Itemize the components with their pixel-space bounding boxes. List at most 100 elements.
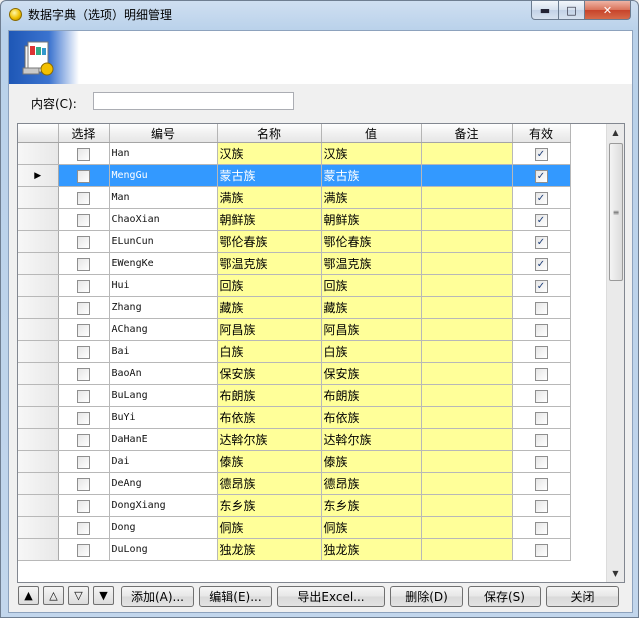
value-cell[interactable]: 回族 <box>321 274 422 297</box>
select-cell[interactable] <box>58 494 110 517</box>
code-cell[interactable]: ChaoXian <box>109 208 218 231</box>
table-row[interactable]: BuLang 布朗族 布朗族 <box>18 384 571 407</box>
code-cell[interactable]: AChang <box>109 318 218 341</box>
valid-cell[interactable]: ✓ <box>512 164 571 187</box>
valid-checkbox[interactable]: ✓ <box>534 235 548 249</box>
row-header[interactable] <box>18 274 59 297</box>
table-row[interactable]: Dai 傣族 傣族 <box>18 450 571 473</box>
note-cell[interactable] <box>421 208 513 231</box>
vertical-scrollbar[interactable]: ▲ ≡ ▼ <box>606 124 624 582</box>
select-checkbox[interactable] <box>77 389 90 403</box>
name-cell[interactable]: 蒙古族 <box>217 164 322 187</box>
valid-cell[interactable] <box>512 450 571 473</box>
select-checkbox[interactable] <box>77 477 90 491</box>
value-cell[interactable]: 德昂族 <box>321 472 422 495</box>
select-cell[interactable] <box>58 362 110 385</box>
note-cell[interactable] <box>421 296 513 319</box>
close-button[interactable]: 关闭 <box>546 586 619 607</box>
valid-checkbox[interactable] <box>534 411 548 425</box>
select-cell[interactable] <box>58 406 110 429</box>
note-cell[interactable] <box>421 274 513 297</box>
delete-button[interactable]: 删除(D) <box>390 586 463 607</box>
valid-cell[interactable]: ✓ <box>512 230 571 253</box>
valid-checkbox[interactable] <box>534 499 548 513</box>
row-header[interactable] <box>18 450 59 473</box>
name-cell[interactable]: 达斡尔族 <box>217 428 322 451</box>
move-first-button[interactable]: ▲ <box>18 586 39 605</box>
name-cell[interactable]: 独龙族 <box>217 538 322 561</box>
minimize-button[interactable]: ▬ <box>531 1 559 20</box>
save-button[interactable]: 保存(S) <box>468 586 541 607</box>
table-row[interactable]: Man 满族 满族 ✓ <box>18 186 571 209</box>
select-checkbox[interactable] <box>77 191 90 205</box>
table-row[interactable]: DeAng 德昂族 德昂族 <box>18 472 571 495</box>
valid-checkbox[interactable]: ✓ <box>534 147 548 161</box>
code-cell[interactable]: MengGu <box>109 164 218 187</box>
code-cell[interactable]: Bai <box>109 340 218 363</box>
code-cell[interactable]: Hui <box>109 274 218 297</box>
table-row[interactable]: BaoAn 保安族 保安族 <box>18 362 571 385</box>
select-checkbox[interactable] <box>77 257 90 271</box>
scroll-down-button[interactable]: ▼ <box>607 565 624 582</box>
note-cell[interactable] <box>421 142 513 165</box>
select-checkbox[interactable] <box>77 169 90 183</box>
name-cell[interactable]: 鄂温克族 <box>217 252 322 275</box>
select-cell[interactable] <box>58 384 110 407</box>
table-row[interactable]: BuYi 布依族 布依族 <box>18 406 571 429</box>
name-cell[interactable]: 布朗族 <box>217 384 322 407</box>
note-cell[interactable] <box>421 164 513 187</box>
table-row[interactable]: DongXiang 东乡族 东乡族 <box>18 494 571 517</box>
select-checkbox[interactable] <box>77 323 90 337</box>
select-checkbox[interactable] <box>77 213 90 227</box>
note-cell[interactable] <box>421 230 513 253</box>
select-cell[interactable] <box>58 538 110 561</box>
valid-cell[interactable] <box>512 516 571 539</box>
row-header[interactable] <box>18 406 59 429</box>
code-cell[interactable]: Dai <box>109 450 218 473</box>
row-header[interactable] <box>18 318 59 341</box>
name-cell[interactable]: 白族 <box>217 340 322 363</box>
value-cell[interactable]: 鄂伦春族 <box>321 230 422 253</box>
row-header[interactable] <box>18 494 59 517</box>
code-cell[interactable]: Han <box>109 142 218 165</box>
select-checkbox[interactable] <box>77 345 90 359</box>
valid-cell[interactable] <box>512 538 571 561</box>
name-cell[interactable]: 阿昌族 <box>217 318 322 341</box>
value-cell[interactable]: 阿昌族 <box>321 318 422 341</box>
row-header[interactable] <box>18 208 59 231</box>
valid-checkbox[interactable] <box>534 543 548 557</box>
column-header-name[interactable]: 名称 <box>217 124 322 143</box>
value-cell[interactable]: 侗族 <box>321 516 422 539</box>
table-row[interactable]: ELunCun 鄂伦春族 鄂伦春族 ✓ <box>18 230 571 253</box>
valid-checkbox[interactable] <box>534 477 548 491</box>
maximize-button[interactable]: □ <box>558 1 585 20</box>
select-cell[interactable] <box>58 252 110 275</box>
value-cell[interactable]: 藏族 <box>321 296 422 319</box>
name-cell[interactable]: 朝鲜族 <box>217 208 322 231</box>
valid-cell[interactable] <box>512 428 571 451</box>
code-cell[interactable]: ELunCun <box>109 230 218 253</box>
value-cell[interactable]: 白族 <box>321 340 422 363</box>
valid-cell[interactable] <box>512 362 571 385</box>
row-header[interactable] <box>18 516 59 539</box>
select-checkbox[interactable] <box>77 147 90 161</box>
valid-cell[interactable] <box>512 318 571 341</box>
row-header[interactable] <box>18 186 59 209</box>
valid-cell[interactable]: ✓ <box>512 142 571 165</box>
row-header[interactable] <box>18 428 59 451</box>
column-header-code[interactable]: 编号 <box>109 124 218 143</box>
scroll-thumb[interactable]: ≡ <box>609 143 623 281</box>
code-cell[interactable]: Man <box>109 186 218 209</box>
move-last-button[interactable]: ▼ <box>93 586 114 605</box>
value-cell[interactable]: 保安族 <box>321 362 422 385</box>
valid-checkbox[interactable]: ✓ <box>534 191 548 205</box>
row-header[interactable] <box>18 296 59 319</box>
select-cell[interactable] <box>58 164 110 187</box>
select-checkbox[interactable] <box>77 367 90 381</box>
valid-checkbox[interactable] <box>534 433 548 447</box>
select-checkbox[interactable] <box>77 521 90 535</box>
valid-cell[interactable] <box>512 472 571 495</box>
select-cell[interactable] <box>58 318 110 341</box>
valid-checkbox[interactable] <box>534 521 548 535</box>
select-cell[interactable] <box>58 340 110 363</box>
